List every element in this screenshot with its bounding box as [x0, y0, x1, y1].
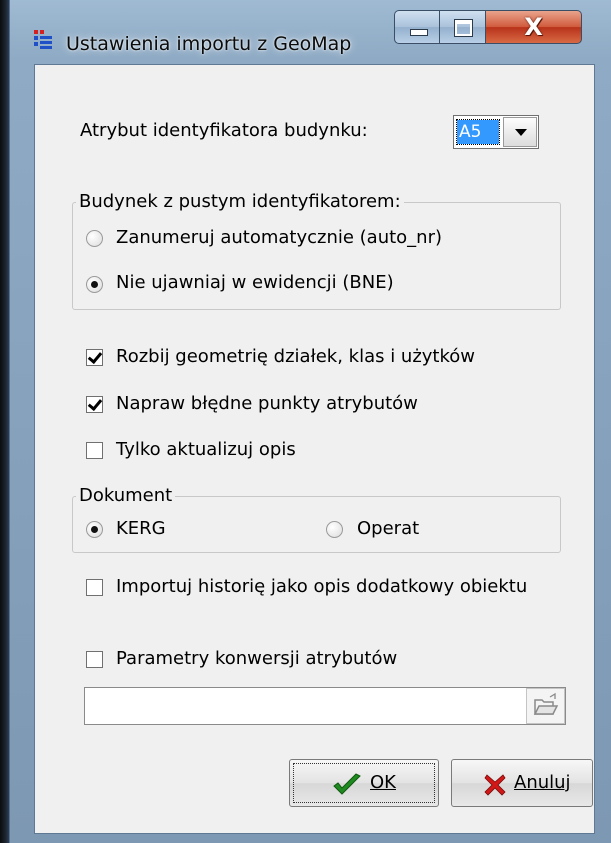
folder-open-icon[interactable] [526, 688, 565, 724]
ok-button[interactable]: OK [289, 759, 439, 807]
radio-kerg[interactable] [86, 521, 103, 538]
checkbox-fix-points-label[interactable]: Napraw błędne punkty atrybutów [116, 393, 418, 414]
radio-auto-nr[interactable] [86, 230, 103, 247]
red-x-icon [484, 774, 506, 796]
radio-bne-label[interactable]: Nie ujawniaj w ewidencji (BNE) [116, 272, 394, 293]
ok-focus-rect [293, 763, 435, 803]
checkbox-conversion-params[interactable] [86, 651, 103, 668]
maximize-button[interactable] [440, 10, 486, 44]
empty-id-group [72, 202, 561, 310]
dialog-window: Ustawienia importu z GeoMap X Atrybut id… [9, 0, 611, 843]
window-controls: X [394, 10, 582, 44]
building-id-combobox[interactable]: A5 [453, 115, 539, 149]
building-id-label: Atrybut identyfikatora budynku: [80, 120, 368, 141]
window-title: Ustawienia importu z GeoMap [66, 33, 352, 55]
checkbox-update-description[interactable] [86, 442, 103, 459]
checkbox-update-description-label[interactable]: Tylko aktualizuj opis [116, 439, 296, 460]
title-bar[interactable]: Ustawienia importu z GeoMap X [10, 0, 611, 64]
empty-id-group-caption: Budynek z pustym identyfikatorem: [76, 191, 404, 212]
app-grid-icon [34, 30, 52, 49]
radio-operat[interactable] [326, 521, 343, 538]
conversion-params-path-input[interactable] [84, 687, 566, 725]
cancel-button-label: Anuluj [514, 772, 571, 793]
building-id-value: A5 [456, 119, 500, 145]
checkbox-conversion-params-label[interactable]: Parametry konwersji atrybutów [116, 648, 397, 669]
chevron-down-icon[interactable] [503, 117, 537, 147]
close-icon: X [524, 13, 543, 41]
close-button[interactable]: X [486, 10, 582, 44]
checkbox-split-geometry-label[interactable]: Rozbij geometrię działek, klas i użytków [116, 346, 475, 367]
radio-kerg-label[interactable]: KERG [116, 518, 166, 539]
radio-auto-nr-label[interactable]: Zanumeruj automatycznie (auto_nr) [116, 227, 442, 248]
desktop-background-strip [0, 0, 9, 843]
checkbox-split-geometry[interactable] [86, 349, 103, 366]
checkmark-icon [333, 773, 361, 795]
ok-button-label: OK [370, 772, 396, 793]
checkbox-import-history[interactable] [86, 579, 103, 596]
cancel-button[interactable]: Anuluj [451, 759, 593, 807]
checkbox-fix-points[interactable] [86, 396, 103, 413]
dialog-client-area: Atrybut identyfikatora budynku: A5 Budyn… [34, 64, 595, 834]
document-group-caption: Dokument [76, 485, 176, 506]
radio-bne[interactable] [86, 276, 103, 293]
minimize-button[interactable] [394, 10, 440, 44]
radio-operat-label[interactable]: Operat [357, 518, 419, 539]
checkbox-import-history-label[interactable]: Importuj historię jako opis dodatkowy ob… [116, 576, 527, 597]
